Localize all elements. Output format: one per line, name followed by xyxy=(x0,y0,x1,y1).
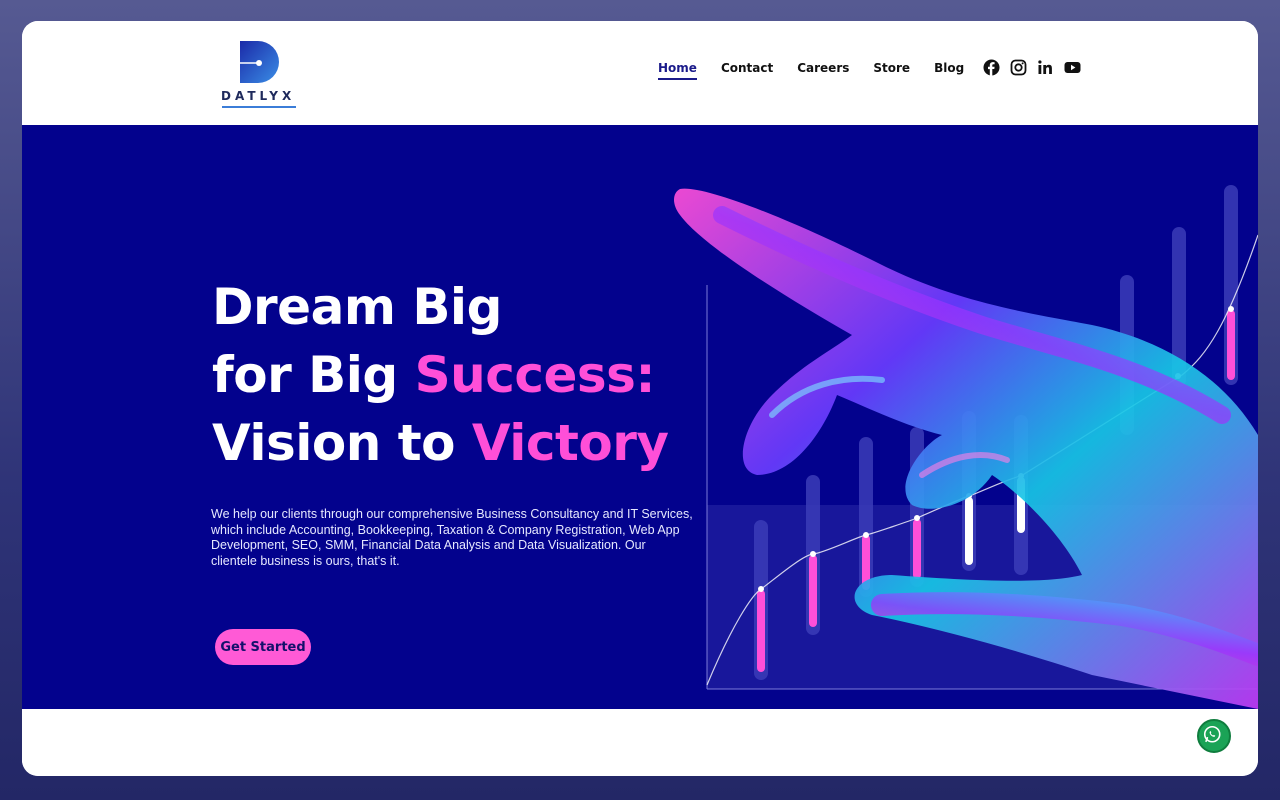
instagram-icon[interactable] xyxy=(1010,59,1027,76)
brand-name: DATLYX xyxy=(221,89,296,103)
hero-description: We help our clients through our comprehe… xyxy=(211,507,693,568)
main-nav: Home Contact Careers Store Blog xyxy=(658,61,988,80)
nav-store[interactable]: Store xyxy=(873,61,910,80)
get-started-button[interactable]: Get Started xyxy=(215,629,311,665)
hero-illustration xyxy=(674,185,1258,709)
facebook-icon[interactable] xyxy=(983,59,1000,76)
social-links xyxy=(983,59,1081,76)
hero-section: Dream Big for Big Success: Vision to Vic… xyxy=(22,125,1258,709)
headline-highlight-success: Success: xyxy=(414,346,656,404)
nav-blog[interactable]: Blog xyxy=(934,61,964,80)
nav-home[interactable]: Home xyxy=(658,61,697,80)
headline-line-1: Dream Big xyxy=(212,278,502,336)
linkedin-icon[interactable] xyxy=(1037,59,1054,76)
headline-highlight-victory: Victory xyxy=(471,414,669,472)
site-header: DATLYX Home Contact Careers Store Blog xyxy=(22,21,1258,125)
browser-window: DATLYX Home Contact Careers Store Blog D… xyxy=(22,21,1258,776)
youtube-icon[interactable] xyxy=(1064,59,1081,76)
headline-line-3: Vision to xyxy=(212,414,472,472)
below-fold-area xyxy=(22,709,1258,776)
nav-careers[interactable]: Careers xyxy=(797,61,849,80)
hero-headline: Dream Big for Big Success: Vision to Vic… xyxy=(212,273,669,477)
whatsapp-chat-button[interactable] xyxy=(1197,719,1231,753)
logo-underline xyxy=(222,106,296,108)
nav-contact[interactable]: Contact xyxy=(721,61,773,80)
headline-line-2: for Big xyxy=(212,346,415,404)
whatsapp-icon xyxy=(1203,725,1221,743)
